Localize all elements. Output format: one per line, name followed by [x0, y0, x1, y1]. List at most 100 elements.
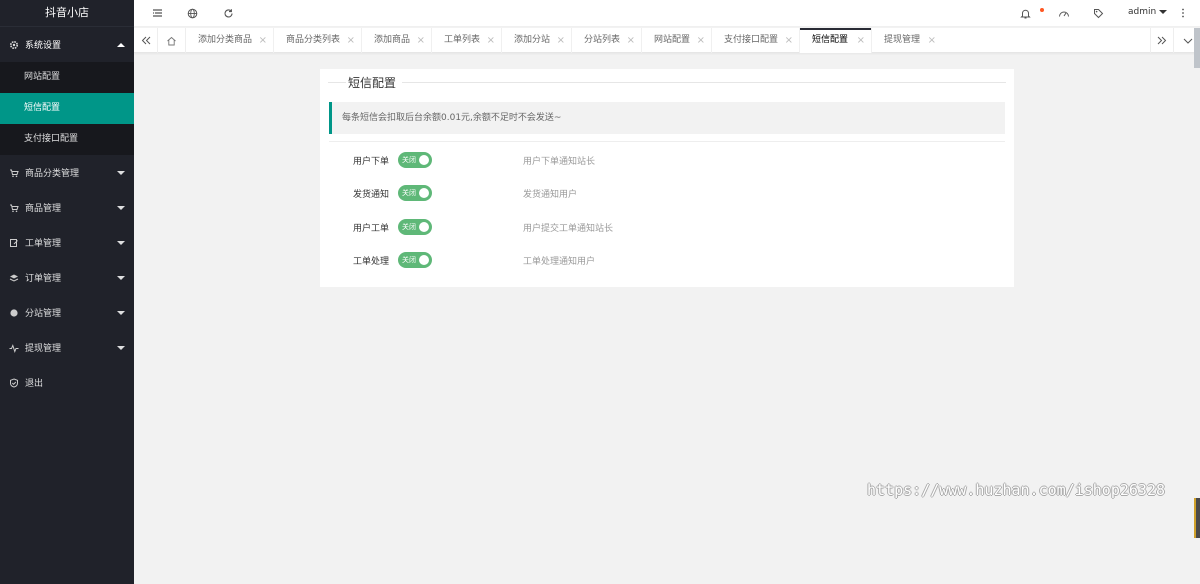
sms-config-card: 短信配置 每条短信会扣取后台余额0.01元,余额不足时不会发送~ 用户下单 关闭…: [320, 69, 1014, 287]
dashboard-icon[interactable]: [1057, 6, 1071, 20]
submenu-site-config[interactable]: 网站配置: [0, 62, 134, 93]
user-ticket-switch[interactable]: 关闭: [398, 219, 432, 235]
tab-label: 添加分类商品: [198, 35, 253, 45]
menu-logout[interactable]: 退出: [0, 365, 134, 400]
notice-quote: 每条短信会扣取后台余额0.01元,余额不足时不会发送~: [329, 102, 1005, 134]
menu-label: 商品分类管理: [25, 169, 80, 179]
menu-withdraw-management[interactable]: 提现管理: [0, 330, 134, 365]
menu-label: 商品管理: [25, 204, 62, 214]
submenu-sms-config[interactable]: 短信配置: [0, 93, 134, 124]
tab-label: 分站列表: [584, 35, 621, 45]
tab-add-category-product[interactable]: 添加分类商品 ×: [186, 28, 274, 53]
tab-ticket-list[interactable]: 工单列表 ×: [432, 28, 502, 53]
fieldset-border: [328, 82, 346, 83]
setting-row-ticket-handling: 工单处理 关闭 工单处理通知用户: [320, 251, 1014, 269]
tab-withdraw-management[interactable]: 提现管理 ×: [872, 28, 942, 53]
chevron-down-icon: [117, 170, 125, 175]
shipping-notice-switch[interactable]: 关闭: [398, 185, 432, 201]
close-icon[interactable]: ×: [259, 28, 267, 53]
close-icon[interactable]: ×: [785, 28, 793, 53]
setting-description: 工单处理通知用户: [523, 257, 596, 267]
setting-label: 用户工单: [352, 224, 389, 234]
top-header: admin: [134, 0, 1200, 27]
close-icon[interactable]: ×: [347, 28, 355, 53]
tab-scroll-right-icon[interactable]: [1150, 28, 1174, 53]
setting-row-user-order: 用户下单 关闭 用户下单通知站长: [320, 151, 1014, 169]
chevron-up-icon: [117, 42, 125, 47]
user-order-switch[interactable]: 关闭: [398, 152, 432, 168]
tab-payment-config[interactable]: 支付接口配置 ×: [712, 28, 800, 53]
globe-icon: [8, 307, 20, 319]
bell-icon[interactable]: [1018, 6, 1032, 20]
close-icon[interactable]: ×: [857, 28, 865, 53]
cart-icon: [8, 202, 20, 214]
tab-sms-config[interactable]: 短信配置 ×: [800, 28, 872, 53]
tab-label: 提现管理: [884, 35, 921, 45]
tab-bar: 添加分类商品 × 商品分类列表 × 添加商品 × 工单列表 × 添加分站 × 分站列表 × …: [134, 28, 1200, 53]
close-icon[interactable]: ×: [928, 28, 936, 53]
menu-toggle-icon[interactable]: [150, 6, 164, 20]
switch-text: 关闭: [402, 156, 416, 164]
tab-label: 添加商品: [374, 35, 411, 45]
globe-icon[interactable]: [185, 6, 199, 20]
tab-add-substation[interactable]: 添加分站 ×: [502, 28, 572, 53]
switch-knob: [419, 188, 429, 198]
edit-icon: [8, 237, 20, 249]
setting-label: 工单处理: [352, 257, 389, 267]
menu-system-settings[interactable]: 系统设置: [0, 27, 134, 62]
menu-label: 系统设置: [25, 41, 62, 51]
switch-text: 关闭: [402, 223, 416, 231]
close-icon[interactable]: ×: [627, 28, 635, 53]
menu-ticket-management[interactable]: 工单管理: [0, 225, 134, 260]
menu-label: 退出: [25, 379, 44, 389]
close-icon[interactable]: ×: [557, 28, 565, 53]
gear-icon: [8, 39, 20, 51]
menu-product-management[interactable]: 商品管理: [0, 190, 134, 225]
chevron-down-icon: [117, 205, 125, 210]
setting-description: 用户下单通知站长: [523, 157, 596, 167]
tab-category-list[interactable]: 商品分类列表 ×: [274, 28, 362, 53]
switch-text: 关闭: [402, 189, 416, 197]
tab-site-config[interactable]: 网站配置 ×: [642, 28, 712, 53]
switch-knob: [419, 222, 429, 232]
user-menu[interactable]: admin: [1128, 7, 1168, 17]
tab-label: 添加分站: [514, 35, 551, 45]
setting-description: 发货通知用户: [523, 190, 578, 200]
menu-category-management[interactable]: 商品分类管理: [0, 155, 134, 190]
submenu-payment-config[interactable]: 支付接口配置: [0, 124, 134, 155]
menu-order-management[interactable]: 订单管理: [0, 260, 134, 295]
side-widget[interactable]: [1194, 498, 1200, 538]
fieldset-border: [402, 82, 1006, 83]
divider: [329, 141, 1005, 142]
switch-text: 关闭: [402, 256, 416, 264]
shield-icon: [8, 377, 20, 389]
layers-icon: [8, 272, 20, 284]
user-name: admin: [1128, 7, 1157, 17]
scrollbar[interactable]: [1194, 28, 1200, 68]
home-tab-icon[interactable]: [158, 28, 186, 53]
refresh-icon[interactable]: [221, 6, 235, 20]
close-icon[interactable]: ×: [417, 28, 425, 53]
tab-label: 短信配置: [812, 35, 849, 45]
close-icon[interactable]: ×: [697, 28, 705, 53]
sidebar: 抖音小店 系统设置 网站配置 短信配置 支付接口配置 商品分类管理 商品管理 工…: [0, 0, 134, 584]
switch-knob: [419, 155, 429, 165]
menu-substation-management[interactable]: 分站管理: [0, 295, 134, 330]
more-vertical-icon[interactable]: [1176, 6, 1190, 20]
tab-add-product[interactable]: 添加商品 ×: [362, 28, 432, 53]
switch-knob: [419, 255, 429, 265]
cart-icon: [8, 167, 20, 179]
ticket-handling-switch[interactable]: 关闭: [398, 252, 432, 268]
menu-label: 提现管理: [25, 344, 62, 354]
setting-label: 发货通知: [352, 190, 389, 200]
chevron-down-icon: [117, 345, 125, 350]
menu-label: 分站管理: [25, 309, 62, 319]
notification-badge: [1040, 8, 1044, 12]
chevron-down-icon: [117, 310, 125, 315]
setting-row-user-ticket: 用户工单 关闭 用户提交工单通知站长: [320, 218, 1014, 236]
watermark: https://www.huzhan.com/ishop26328: [867, 481, 1166, 499]
close-icon[interactable]: ×: [487, 28, 495, 53]
tab-substation-list[interactable]: 分站列表 ×: [572, 28, 642, 53]
tab-scroll-left-icon[interactable]: [134, 28, 158, 53]
tag-icon[interactable]: [1091, 6, 1105, 20]
